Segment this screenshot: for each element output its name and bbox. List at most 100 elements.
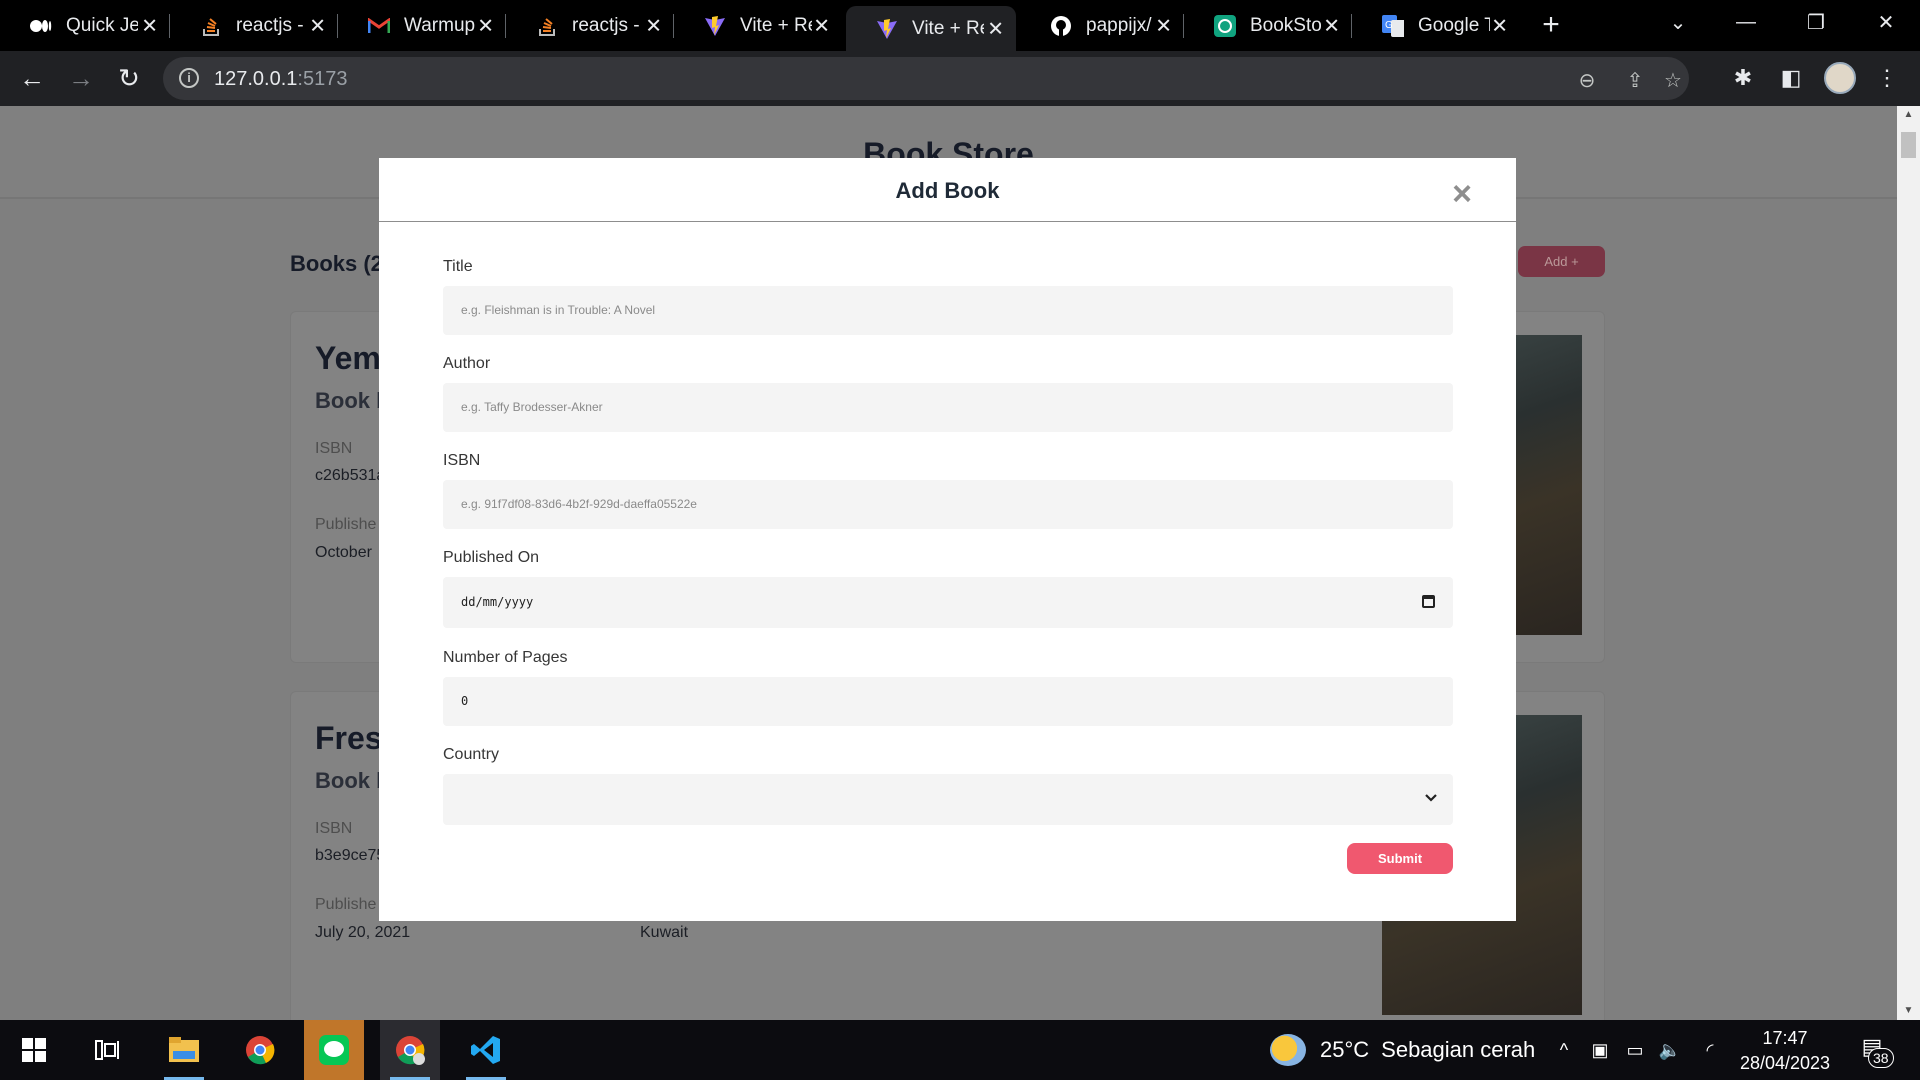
published-label: Publishe [315, 516, 377, 533]
close-tab-icon[interactable]: ✕ [987, 16, 1004, 41]
isbn-label: ISBN [443, 452, 481, 469]
browser-tab-bar: Quick Jes ✕ reactjs - ✕ Warmup ✕ reactjs… [0, 0, 1920, 51]
author-label: Author [443, 355, 491, 372]
bookmark-star-icon[interactable]: ☆ [1661, 68, 1685, 92]
clock-date: 28/04/2023 [1739, 1053, 1831, 1073]
browser-menu-icon[interactable]: ⋮ [1872, 63, 1902, 93]
books-heading: Books (2 [290, 251, 383, 276]
reload-icon[interactable]: ↻ [114, 63, 144, 93]
chrome-icon[interactable] [230, 1020, 290, 1080]
notification-count: 38 [1868, 1048, 1894, 1068]
country-label: Country [443, 746, 500, 763]
close-tab-icon[interactable]: ✕ [645, 13, 662, 38]
tab-title: reactjs - [572, 14, 640, 36]
tab-title: BookStor [1250, 14, 1322, 36]
battery-icon[interactable]: ▭ [1620, 1020, 1650, 1080]
share-icon[interactable]: ⇪ [1623, 68, 1647, 92]
notification-center-icon[interactable]: ▤ 38 [1856, 1034, 1894, 1068]
new-tab-icon[interactable]: + [1536, 10, 1566, 40]
close-tab-icon[interactable]: ✕ [141, 13, 158, 38]
chevron-down-icon [1423, 790, 1439, 806]
date-input-value: dd/mm/yyyy [461, 595, 534, 609]
extensions-puzzle-icon[interactable]: ✱ [1728, 63, 1758, 93]
onedrive-sync-icon[interactable]: ▣ [1585, 1020, 1615, 1080]
show-hidden-icons-chevron-icon[interactable]: ^ [1549, 1020, 1579, 1080]
window-close-icon[interactable]: ✕ [1856, 0, 1916, 45]
published-on-date-input[interactable]: dd/mm/yyyy [443, 577, 1453, 628]
isbn-input[interactable]: e.g. 91f7df08-83d6-4b2f-929d-daeffa05522… [443, 480, 1453, 529]
close-tab-icon[interactable]: ✕ [813, 13, 830, 38]
vite-icon [876, 18, 898, 40]
volume-icon[interactable]: 🔈 [1655, 1020, 1685, 1080]
task-view-icon[interactable] [78, 1020, 138, 1080]
tab-title: Quick Jes [66, 14, 138, 36]
tab-3[interactable]: Warmup ✕ [338, 0, 506, 51]
pages-label: Number of Pages [443, 649, 568, 666]
side-panel-icon[interactable]: ◧ [1776, 63, 1806, 93]
vscode-icon[interactable] [456, 1020, 516, 1080]
author-input[interactable]: e.g. Taffy Brodesser-Akner [443, 383, 1453, 432]
isbn-value: b3e9ce75 [315, 847, 386, 864]
add-book-button[interactable]: Add + [1518, 246, 1605, 277]
chrome-profile-icon[interactable] [380, 1020, 440, 1080]
close-tab-icon[interactable]: ✕ [1491, 13, 1508, 38]
weather-widget[interactable]: 25°C Sebagian cerah [1270, 1020, 1535, 1080]
tab-title: Vite + Re [912, 17, 984, 39]
gmail-icon [368, 15, 390, 37]
country-select[interactable] [443, 774, 1453, 825]
browser-toolbar: ← → ↻ i 127.0.0.1:5173 ⊖ ⇪ ☆ ✱ ◧ ⋮ [0, 51, 1920, 106]
pages-number-input[interactable]: 0 [443, 677, 1453, 726]
tab-2[interactable]: reactjs - ✕ [170, 0, 338, 51]
scrollbar-thumb[interactable] [1901, 132, 1916, 158]
close-tab-icon[interactable]: ✕ [1155, 13, 1172, 38]
scroll-up-arrow-icon[interactable]: ▲ [1897, 106, 1920, 124]
url-host: 127.0.0.1 [214, 68, 298, 90]
wifi-icon[interactable]: ◜ [1695, 1020, 1725, 1080]
calendar-icon[interactable] [1422, 595, 1435, 608]
scroll-down-arrow-icon[interactable]: ▼ [1897, 1002, 1920, 1020]
title-input[interactable]: e.g. Fleishman is in Trouble: A Novel [443, 286, 1453, 335]
profile-avatar[interactable] [1824, 62, 1856, 94]
tab-7[interactable]: pappijx/ ✕ [1020, 0, 1184, 51]
windows-start-icon[interactable] [4, 1020, 64, 1080]
zoom-out-icon[interactable]: ⊖ [1575, 68, 1599, 92]
close-tab-icon[interactable]: ✕ [1323, 13, 1340, 38]
tab-4[interactable]: reactjs - ✕ [506, 0, 674, 51]
country-value: Kuwait [640, 924, 689, 941]
file-explorer-icon[interactable] [154, 1020, 214, 1080]
url-text: 127.0.0.1:5173 [214, 68, 347, 91]
modal-title: Add Book [895, 178, 1000, 203]
published-value: October [315, 544, 372, 561]
tab-title: Vite + Re [740, 14, 812, 36]
tab-search-chevron-icon[interactable]: ⌄ [1648, 0, 1708, 45]
tab-5[interactable]: Vite + Re ✕ [674, 0, 842, 51]
back-arrow-icon[interactable]: ← [17, 63, 47, 93]
published-label: Publishe [315, 896, 377, 913]
tab-title: Google T [1418, 14, 1490, 36]
system-clock[interactable]: 17:47 28/04/2023 [1730, 1026, 1840, 1076]
stackoverflow-icon [536, 15, 558, 37]
minimize-icon[interactable]: — [1716, 0, 1776, 45]
page-scrollbar[interactable]: ▲ ▼ [1897, 106, 1920, 1020]
tab-9[interactable]: G Google T ✕ [1352, 0, 1520, 51]
address-bar[interactable]: i 127.0.0.1:5173 ⊖ ⇪ ☆ [163, 57, 1689, 100]
isbn-label: ISBN [315, 440, 353, 457]
close-tab-icon[interactable]: ✕ [309, 13, 326, 38]
restore-icon[interactable]: ❐ [1786, 0, 1846, 45]
svg-text:G: G [1385, 20, 1393, 31]
close-icon[interactable]: × [1447, 177, 1477, 211]
site-info-icon[interactable]: i [179, 68, 199, 88]
tab-8[interactable]: BookStor ✕ [1184, 0, 1352, 51]
tab-title: reactjs - [236, 14, 304, 36]
medium-icon [30, 15, 52, 37]
line-app-icon[interactable] [304, 1020, 364, 1080]
tab-6-active[interactable]: Vite + Re ✕ [846, 6, 1016, 51]
modal-header: Add Book × [379, 158, 1516, 222]
submit-button[interactable]: Submit [1347, 843, 1453, 874]
forward-arrow-icon[interactable]: → [66, 63, 96, 93]
stackoverflow-icon [200, 15, 222, 37]
close-tab-icon[interactable]: ✕ [477, 13, 494, 38]
tab-1[interactable]: Quick Jes ✕ [0, 0, 170, 51]
published-value: July 20, 2021 [315, 924, 411, 941]
weather-description: Sebagian cerah [1381, 1037, 1536, 1062]
